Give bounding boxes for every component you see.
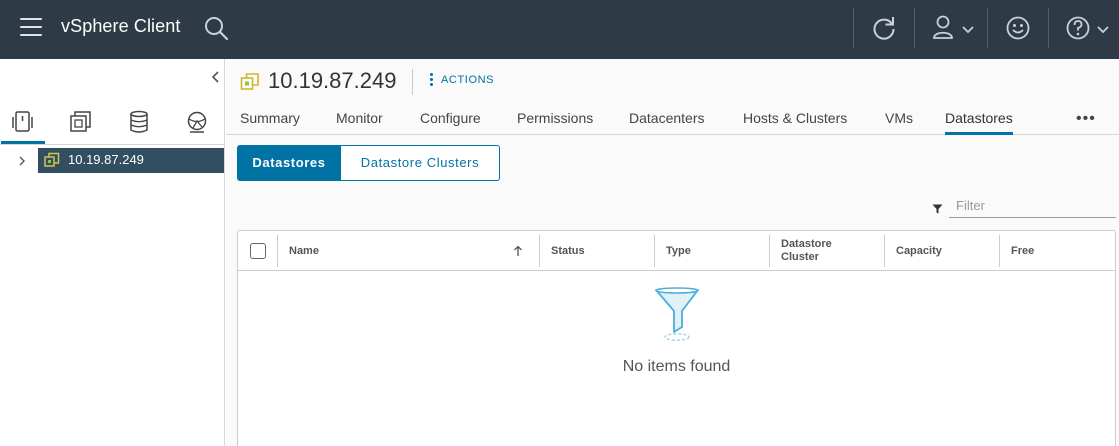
header-divider bbox=[987, 8, 988, 48]
actions-label: ACTIONS bbox=[441, 74, 495, 86]
tab-monitor[interactable]: Monitor bbox=[336, 110, 383, 135]
datastores-grid: Name Status Type Datastore Cluster Capac… bbox=[237, 230, 1116, 446]
feedback-smiley-icon[interactable] bbox=[1005, 14, 1031, 42]
menu-icon[interactable] bbox=[20, 18, 42, 38]
subtab-button-group: Datastores Datastore Clusters bbox=[237, 145, 500, 181]
help-icon bbox=[1066, 14, 1092, 47]
storage-icon[interactable] bbox=[117, 109, 161, 144]
column-header-free[interactable]: Free bbox=[999, 235, 1115, 267]
tree-node-vcenter[interactable]: 10.19.87.249 bbox=[38, 148, 224, 173]
column-header-datastore-cluster[interactable]: Datastore Cluster bbox=[769, 235, 884, 267]
filter-input[interactable] bbox=[949, 194, 1116, 218]
column-header-capacity[interactable]: Capacity bbox=[884, 235, 999, 267]
vertical-ellipsis-icon bbox=[430, 73, 434, 88]
chevron-down-icon bbox=[962, 22, 974, 40]
refresh-icon[interactable] bbox=[871, 14, 897, 42]
navigator-view-tabs bbox=[0, 109, 224, 145]
tree-row: 10.19.87.249 bbox=[0, 148, 224, 173]
subtab-datastore-clusters[interactable]: Datastore Clusters bbox=[341, 145, 500, 181]
top-header-bar: vSphere Client bbox=[0, 0, 1119, 59]
subtab-datastores[interactable]: Datastores bbox=[237, 145, 341, 181]
hosts-and-clusters-icon[interactable] bbox=[1, 109, 45, 144]
tab-vms[interactable]: VMs bbox=[885, 110, 913, 135]
empty-filter-funnel-icon bbox=[652, 287, 702, 348]
header-divider bbox=[1048, 8, 1049, 48]
object-title: 10.19.87.249 bbox=[268, 68, 397, 93]
filter-icon[interactable] bbox=[932, 201, 943, 219]
app-title: vSphere Client bbox=[61, 16, 181, 36]
column-header-name[interactable]: Name bbox=[277, 235, 539, 267]
header-divider bbox=[914, 8, 915, 48]
navigator-sidebar: 10.19.87.249 bbox=[0, 59, 225, 446]
search-icon[interactable] bbox=[204, 16, 230, 42]
chevron-right-icon[interactable] bbox=[16, 154, 28, 166]
main-content: 10.19.87.249 ACTIONS Summary Monitor Con… bbox=[226, 59, 1119, 446]
vcenter-icon bbox=[44, 152, 60, 171]
select-all-checkbox[interactable] bbox=[250, 243, 266, 259]
chevron-down-icon bbox=[1097, 22, 1109, 40]
column-header-type[interactable]: Type bbox=[654, 235, 769, 267]
sort-ascending-icon[interactable] bbox=[513, 244, 523, 262]
user-icon bbox=[931, 14, 955, 47]
vcenter-icon bbox=[240, 72, 260, 97]
networking-icon[interactable] bbox=[175, 109, 219, 144]
header-divider bbox=[853, 8, 854, 48]
tab-configure[interactable]: Configure bbox=[420, 110, 481, 135]
header-divider bbox=[412, 69, 413, 95]
tab-datacenters[interactable]: Datacenters bbox=[629, 110, 704, 135]
collapse-sidebar-icon[interactable] bbox=[207, 69, 223, 85]
grid-header: Name Status Type Datastore Cluster Capac… bbox=[238, 231, 1115, 271]
tab-datastores[interactable]: Datastores bbox=[945, 110, 1013, 135]
tree-node-label: 10.19.87.249 bbox=[68, 152, 144, 167]
tab-hosts-and-clusters[interactable]: Hosts & Clusters bbox=[743, 110, 847, 135]
column-header-status[interactable]: Status bbox=[539, 235, 654, 267]
empty-state-message: No items found bbox=[622, 358, 731, 375]
tab-summary[interactable]: Summary bbox=[240, 110, 300, 135]
tab-permissions[interactable]: Permissions bbox=[517, 110, 593, 135]
more-tabs-button[interactable]: ••• bbox=[1076, 110, 1096, 128]
object-tabs: Summary Monitor Configure Permissions Da… bbox=[226, 103, 1119, 135]
vms-and-templates-icon[interactable] bbox=[58, 109, 102, 144]
